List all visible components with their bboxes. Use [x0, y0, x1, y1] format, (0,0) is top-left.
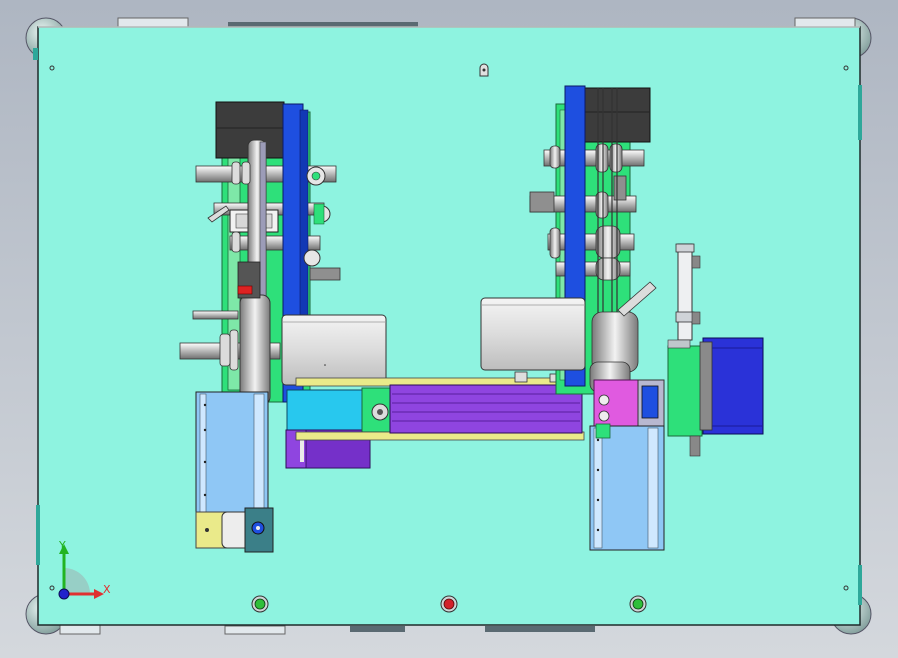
right-motor: [480, 297, 586, 371]
right-green-button[interactable]: [629, 595, 647, 613]
left-motor: [281, 314, 387, 386]
y-axis-label: Y: [58, 539, 66, 552]
cad-model-view[interactable]: Y X: [0, 0, 898, 658]
center-red-button[interactable]: [440, 595, 458, 613]
x-axis-label: X: [103, 583, 111, 596]
left-green-button[interactable]: [251, 595, 269, 613]
z-axis-dot: [58, 588, 70, 600]
cad-viewport[interactable]: Y X: [0, 0, 898, 658]
eyelet-icon: [479, 63, 489, 77]
base-plate: [37, 26, 861, 626]
